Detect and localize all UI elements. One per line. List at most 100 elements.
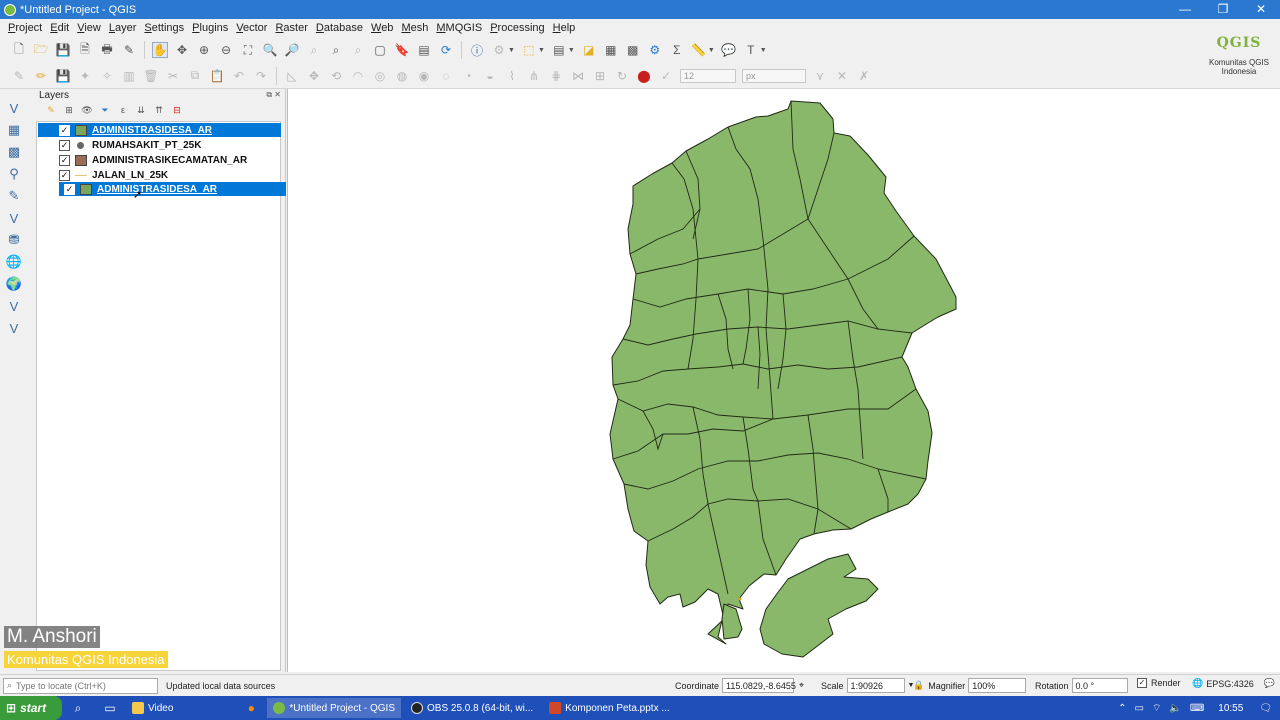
deselect-all-icon[interactable]: ◪ — [581, 42, 597, 58]
add-wfs-icon[interactable]: 🌍 — [5, 275, 23, 293]
snapping-icon[interactable]: ⋎ — [812, 68, 828, 84]
zoom-selection-icon[interactable]: 🔍 — [262, 42, 278, 58]
zoom-layer-icon[interactable]: 🔎 — [284, 42, 300, 58]
toggle-extents-icon[interactable]: ⌖ — [799, 680, 804, 691]
filter-expression-icon[interactable]: ε — [117, 104, 129, 116]
chevron-down-icon[interactable]: ▼ — [508, 47, 515, 54]
magnifier-field[interactable]: 100% — [968, 678, 1027, 693]
pan-map-icon[interactable]: ✋ — [152, 42, 168, 58]
zoom-out-icon[interactable]: ⊖ — [218, 42, 234, 58]
menu-database[interactable]: Database — [316, 22, 363, 34]
add-ring-icon[interactable]: ◎ — [372, 68, 388, 84]
label-tool-icon[interactable]: ⬤ — [636, 68, 652, 84]
layer-checkbox[interactable]: ✓ — [64, 183, 75, 195]
chevron-down-icon[interactable]: ▼ — [568, 47, 575, 54]
add-part-icon[interactable]: ◍ — [394, 68, 410, 84]
new-bookmark-icon[interactable]: 🔖 — [394, 42, 410, 58]
menu-settings[interactable]: Settings — [144, 22, 184, 34]
panel-controls[interactable]: ⧉ ✕ — [266, 90, 281, 100]
add-spatialite-icon[interactable]: V — [5, 209, 23, 227]
language-icon[interactable]: ⌨ — [1190, 703, 1204, 714]
text-annotation-icon[interactable]: T — [743, 42, 759, 58]
taskbar-item-video[interactable]: Video — [126, 698, 179, 718]
search-icon[interactable]: ⌕ — [70, 700, 86, 716]
add-virtual-layer-icon[interactable]: V — [5, 297, 23, 315]
menu-web[interactable]: Web — [371, 22, 393, 34]
font-size-spinbox[interactable]: 12 — [680, 68, 736, 83]
offset-curve-icon[interactable]: ⌇ — [504, 68, 520, 84]
chevron-up-icon[interactable]: ⌃ — [1118, 703, 1126, 714]
menu-help[interactable]: Help — [553, 22, 576, 34]
locator-search-input[interactable]: ⌕ Type to locate (Ctrl+K) — [3, 677, 158, 694]
coordinate-field[interactable]: 115.0829,-8.6455 — [722, 678, 796, 693]
layer-checkbox[interactable]: ✓ — [59, 169, 70, 181]
toggle-editing-icon[interactable]: ✏ — [33, 68, 49, 84]
pin-labels-icon[interactable]: ✓ — [658, 68, 674, 84]
layer-row[interactable]: ✓ JALAN_LN_25K — [38, 168, 281, 182]
chevron-down-icon[interactable]: ▼ — [538, 47, 545, 54]
taskbar-item-powerpoint[interactable]: Komponen Peta.pptx ... — [543, 698, 676, 718]
menu-edit[interactable]: Edit — [50, 22, 69, 34]
zoom-in-icon[interactable]: ⊕ — [196, 42, 212, 58]
map-tips-icon[interactable]: 💬 — [721, 42, 737, 58]
add-vector-layer-icon[interactable]: V — [5, 99, 23, 117]
add-feature-icon[interactable]: ✦ — [77, 68, 93, 84]
rotation-field[interactable]: 0.0 ° — [1071, 678, 1128, 693]
pan-to-selection-icon[interactable]: ✥ — [174, 42, 190, 58]
save-as-icon[interactable]: 🗎 — [77, 42, 93, 58]
advanced-digitizing-icon[interactable]: ✗ — [856, 68, 872, 84]
clock[interactable]: 10:55 — [1218, 703, 1243, 714]
taskbar-item-obs[interactable]: OBS 25.0.8 (64-bit, wi... — [405, 698, 539, 718]
zoom-last-icon[interactable]: ⌕ — [328, 42, 344, 58]
map-canvas[interactable] — [287, 89, 1280, 672]
menu-mmqgis[interactable]: MMQGIS — [436, 22, 482, 34]
add-postgis-icon[interactable]: ⛃ — [5, 231, 23, 249]
merge-features-icon[interactable]: ⋈ — [570, 68, 586, 84]
unit-dropdown[interactable]: px — [742, 68, 806, 83]
delete-part-icon[interactable]: ◔ — [460, 68, 476, 84]
layer-checkbox[interactable]: ✓ — [59, 154, 70, 166]
merge-attributes-icon[interactable]: ⊞ — [592, 68, 608, 84]
battery-icon[interactable]: ▭ — [1135, 703, 1144, 714]
select-by-value-icon[interactable]: ▤ — [551, 42, 567, 58]
show-bookmarks-icon[interactable]: ▤ — [416, 42, 432, 58]
undo-icon[interactable]: ↶ — [231, 68, 247, 84]
simplify-feature-icon[interactable]: ◠ — [350, 68, 366, 84]
select-features-icon[interactable]: ⬚ — [521, 42, 537, 58]
rotate-feature-icon[interactable]: ⟲ — [328, 68, 344, 84]
lock-scale-icon[interactable]: 🔒 — [913, 680, 924, 691]
attribute-table-icon[interactable]: ▦ — [603, 42, 619, 58]
menu-processing[interactable]: Processing — [490, 22, 544, 34]
chevron-down-icon[interactable]: ▼ — [708, 47, 715, 54]
menu-vector[interactable]: Vector — [236, 22, 267, 34]
paste-features-icon[interactable]: 📋 — [209, 68, 225, 84]
menu-layer[interactable]: Layer — [109, 22, 137, 34]
delete-ring-icon[interactable]: ◌ — [438, 68, 454, 84]
delete-selected-icon[interactable]: 🗑 — [143, 68, 159, 84]
notifications-icon[interactable]: 🗨 — [1259, 703, 1272, 714]
expand-all-icon[interactable]: ⇊ — [135, 104, 147, 116]
field-calculator-icon[interactable]: ▩ — [625, 42, 641, 58]
add-gps-layer-icon[interactable]: ✎ — [5, 187, 23, 205]
split-features-icon[interactable]: ⋔ — [526, 68, 542, 84]
menu-raster[interactable]: Raster — [275, 22, 307, 34]
layer-checkbox[interactable]: ✓ — [59, 124, 70, 136]
add-mesh-layer-icon[interactable]: ▩ — [5, 143, 23, 161]
cut-features-icon[interactable]: ✂ — [165, 68, 181, 84]
rotate-point-symbols-icon[interactable]: ↻ — [614, 68, 630, 84]
chevron-down-icon[interactable]: ▼ — [760, 47, 767, 54]
start-button[interactable]: ⊞ start — [0, 696, 62, 720]
print-layout-icon[interactable]: 🖶 — [99, 42, 115, 58]
map-svg[interactable] — [288, 89, 1280, 672]
digitize-shape-icon[interactable]: ◺ — [284, 68, 300, 84]
collapse-all-icon[interactable]: ⇈ — [153, 104, 165, 116]
taskbar-item-qgis[interactable]: *Untitled Project - QGIS — [267, 698, 401, 718]
layer-row-dragging[interactable]: ✓ ADMINISTRASIDESA_AR — [59, 182, 286, 196]
open-styling-icon[interactable]: ✎ — [45, 104, 57, 116]
add-wms-icon[interactable]: 🌐 — [5, 253, 23, 271]
split-parts-icon[interactable]: ⋕ — [548, 68, 564, 84]
layer-checkbox[interactable]: ✓ — [59, 139, 70, 151]
new-project-icon[interactable]: 🗋 — [11, 42, 27, 58]
redo-icon[interactable]: ↷ — [253, 68, 269, 84]
modify-attributes-icon[interactable]: ▥ — [121, 68, 137, 84]
